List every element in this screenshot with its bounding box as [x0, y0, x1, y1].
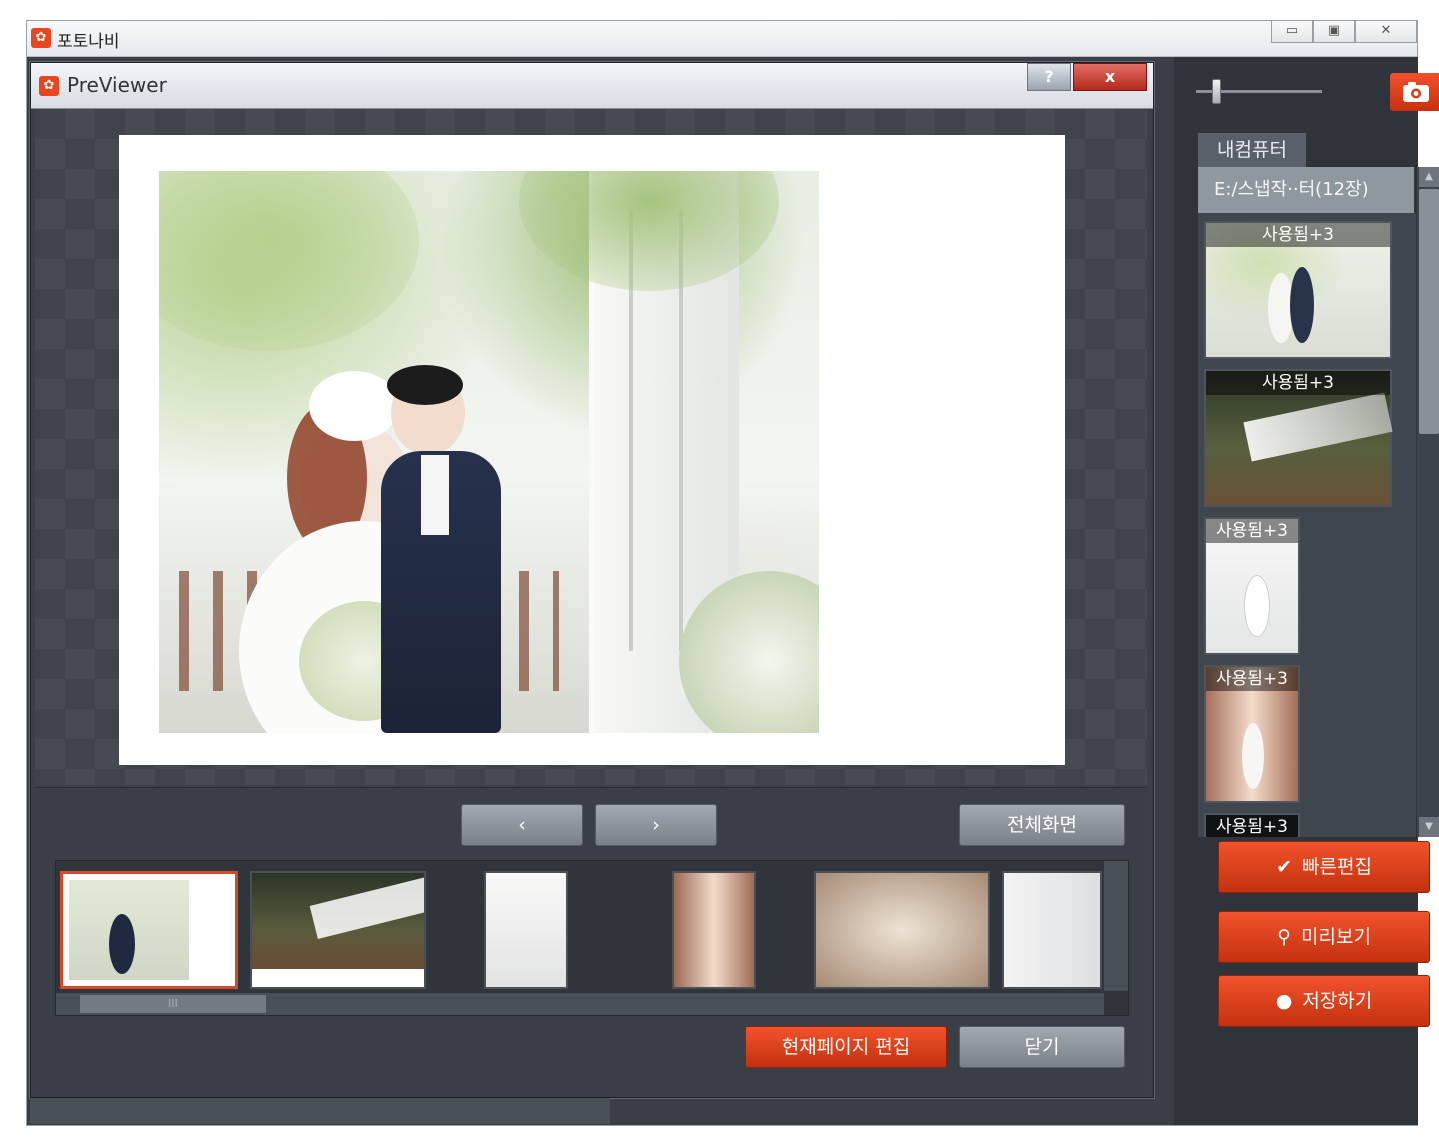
scroll-down-arrow-icon[interactable]: ▼	[1419, 817, 1439, 837]
page-thumbnail-strip: III	[55, 860, 1129, 1016]
mouse-icon: ●	[1275, 990, 1293, 1012]
scroll-grip-icon: III	[168, 997, 178, 1010]
page-thumbnail-photo	[1004, 873, 1100, 987]
preview-button[interactable]: ⚲ 미리보기	[1218, 911, 1430, 963]
page-thumbnail[interactable]	[484, 871, 568, 989]
close-button[interactable]: 닫기	[959, 1026, 1125, 1068]
edit-current-page-button[interactable]: 현재페이지 편집	[745, 1026, 947, 1068]
photo-list-item[interactable]: 사용됨+3	[1204, 665, 1300, 803]
fullscreen-button[interactable]: 전체화면	[959, 804, 1125, 846]
app-logo-icon: ✿	[31, 28, 51, 48]
preview-canvas	[35, 109, 1147, 785]
scrollbar-thumb[interactable]	[1419, 189, 1439, 434]
dialog-titlebar: ✿ PreViewer ? x	[31, 63, 1153, 109]
strip-scroll-thumb[interactable]: III	[80, 995, 266, 1013]
tab-my-computer[interactable]: 내컴퓨터	[1198, 133, 1306, 167]
maximize-button[interactable]: ▣	[1313, 21, 1355, 43]
bride-veil	[309, 371, 399, 441]
photo-list-item[interactable]: 사용됨+3	[1204, 221, 1392, 359]
page-thumbnail-photo	[486, 873, 566, 987]
save-button[interactable]: ● 저장하기	[1218, 975, 1430, 1027]
album-page	[119, 135, 1065, 765]
quick-edit-button[interactable]: ✔ 빠른편집	[1218, 841, 1430, 893]
check-icon: ✔	[1276, 856, 1292, 878]
app-titlebar: ✿ 포토나비 ▭ ▣ ✕	[27, 21, 1417, 57]
prev-page-button[interactable]: ‹	[461, 804, 583, 846]
foliage	[519, 171, 779, 291]
couple-figure	[1242, 723, 1264, 789]
photo-list-scrollbar[interactable]: ▲ ▼	[1417, 167, 1439, 837]
photo-list-item[interactable]: 사용됨+3	[1204, 813, 1300, 837]
photo-list-item[interactable]: 사용됨+3	[1204, 369, 1393, 507]
app-horizontal-scrollbar[interactable]	[30, 1098, 610, 1124]
usage-badge: 사용됨+3	[1206, 815, 1298, 837]
usage-badge: 사용됨+3	[1206, 371, 1390, 395]
camera-button[interactable]	[1390, 73, 1439, 111]
right-panel: 내컴퓨터 E:/스냅작··터(12장) 사용됨+3 사용됨+3 사용됨+3 사용…	[1174, 57, 1439, 1125]
minimize-button[interactable]: ▭	[1271, 21, 1313, 43]
folder-path[interactable]: E:/스냅작··터(12장)	[1198, 167, 1414, 213]
page-thumbnail[interactable]	[250, 871, 426, 989]
page-thumbnail[interactable]	[672, 871, 756, 989]
help-button[interactable]: ?	[1027, 63, 1071, 91]
app-title: 포토나비	[57, 32, 120, 52]
groom-shirt	[421, 455, 449, 535]
usage-badge: 사용됨+3	[1206, 667, 1298, 691]
dialog-title: PreViewer	[67, 73, 167, 97]
app-close-button[interactable]: ✕	[1355, 21, 1417, 43]
preview-label: 미리보기	[1301, 926, 1371, 948]
foliage	[159, 171, 419, 351]
page-thumbnail[interactable]	[814, 871, 990, 989]
photo-list-item[interactable]: 사용됨+3	[1204, 517, 1300, 655]
photo-list: 사용됨+3 사용됨+3 사용됨+3 사용됨+3 사용됨+3	[1198, 213, 1416, 837]
wedding-photo	[159, 171, 819, 733]
save-label: 저장하기	[1302, 990, 1373, 1012]
page-thumbnail[interactable]	[1002, 871, 1102, 989]
zoom-slider-thumb[interactable]	[1212, 79, 1221, 104]
scroll-up-arrow-icon[interactable]: ▲	[1419, 167, 1439, 187]
previewer-dialog: ✿ PreViewer ? x ‹ › 전체화면 III 현재페이지 편집 닫기	[30, 62, 1154, 1098]
usage-badge: 사용됨+3	[1206, 223, 1390, 247]
dialog-close-button[interactable]: x	[1073, 63, 1147, 91]
camera-icon	[1403, 82, 1429, 102]
groom-hair	[387, 365, 463, 405]
preview-controls: ‹ › 전체화면 III 현재페이지 편집 닫기	[35, 787, 1147, 1095]
page-thumbnail-photo	[674, 873, 754, 987]
next-page-button[interactable]: ›	[595, 804, 717, 846]
groom-figure	[1290, 267, 1314, 343]
previewer-logo-icon: ✿	[39, 76, 59, 96]
search-icon: ⚲	[1277, 926, 1291, 948]
page-thumbnail-photo	[816, 873, 988, 987]
bride-figure	[1244, 575, 1270, 637]
strip-vertical-scrollbar[interactable]	[1104, 861, 1128, 991]
strip-horizontal-scrollbar[interactable]: III	[56, 993, 1104, 1015]
usage-badge: 사용됨+3	[1206, 519, 1298, 543]
quick-edit-label: 빠른편집	[1302, 856, 1372, 878]
couple-figure	[109, 914, 135, 974]
page-thumbnail[interactable]	[60, 871, 238, 989]
